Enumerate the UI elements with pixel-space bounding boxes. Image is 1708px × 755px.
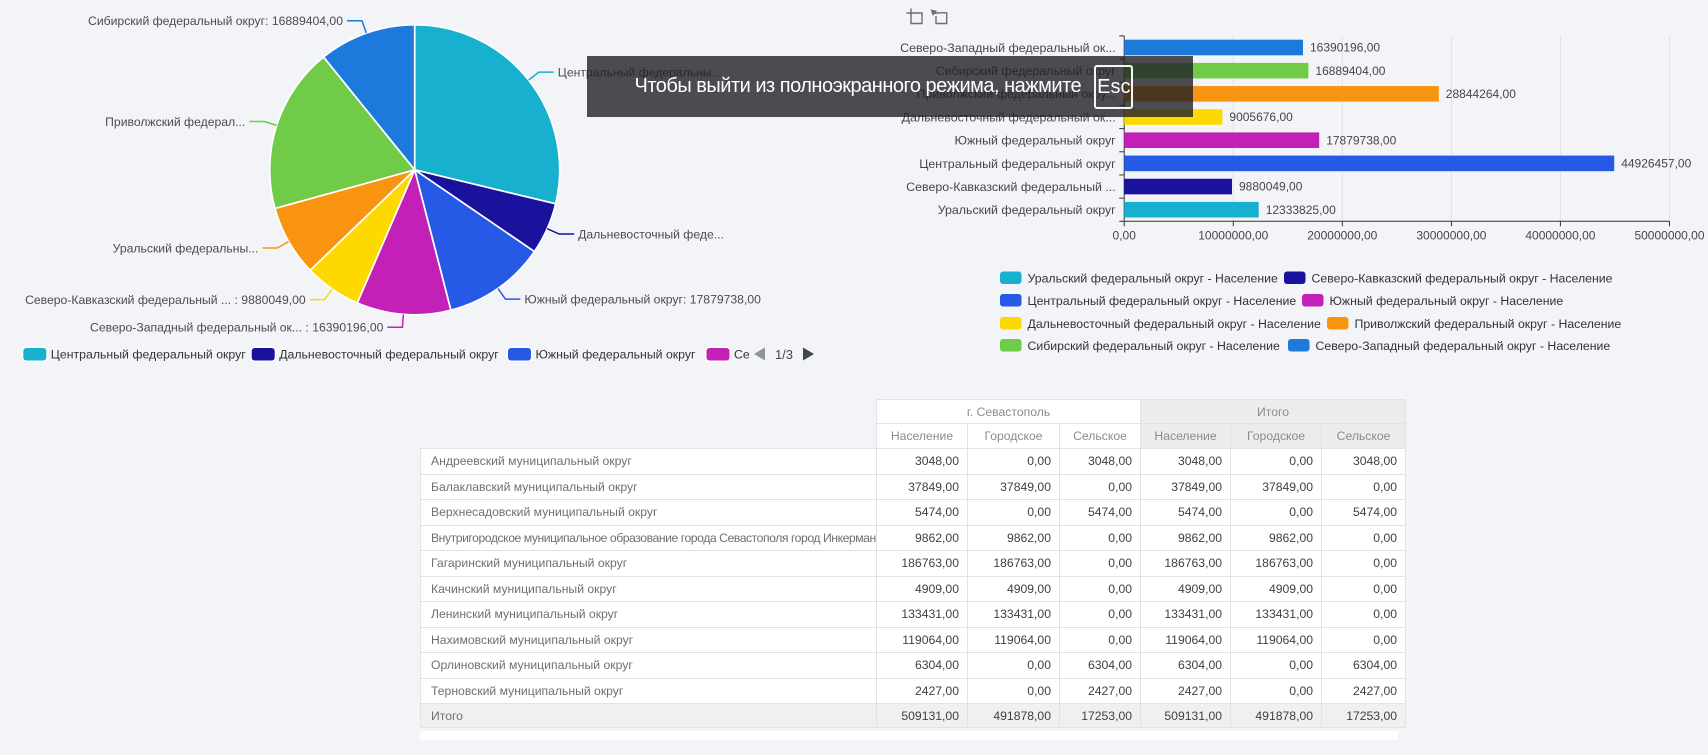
svg-text:Северо-Кавказский федеральный: Северо-Кавказский федеральный ... <box>906 180 1116 194</box>
svg-text:Центральный федеральный округ: Центральный федеральный округ - Населени… <box>1028 294 1297 308</box>
svg-text:Южный федеральный округ: Южный федеральный округ <box>954 134 1116 148</box>
svg-text:40000000,00: 40000000,00 <box>1525 228 1595 242</box>
svg-text:Северо-Кавказский федеральный: Северо-Кавказский федеральный ... : 9880… <box>25 293 306 307</box>
svg-text:0,00: 0,00 <box>1113 228 1137 242</box>
svg-text:Южный федеральный округ - Насе: Южный федеральный округ - Население <box>1330 294 1564 308</box>
svg-text:Дальневосточный федеральный ок: Дальневосточный федеральный округ <box>279 348 499 362</box>
svg-text:Сибирский федеральный округ -: Сибирский федеральный округ - Население <box>1028 339 1281 353</box>
svg-text:Дальневосточный федеральный ок: Дальневосточный федеральный округ - Насе… <box>1028 317 1321 331</box>
svg-text:Дальневосточный феде...: Дальневосточный феде... <box>578 227 724 241</box>
svg-text:Северо-Западный федеральный ок: Северо-Западный федеральный ок... <box>900 41 1116 55</box>
svg-text:Южный федеральный округ: 17879: Южный федеральный округ: 17879738,00 <box>524 292 761 306</box>
svg-text:Се: Се <box>734 348 750 362</box>
svg-text:Центральный федеральный округ: Центральный федеральный округ <box>919 157 1116 171</box>
svg-text:Северо-Западный федеральный ок: Северо-Западный федеральный округ - Насе… <box>1316 339 1611 353</box>
svg-text:12333825,00: 12333825,00 <box>1266 203 1336 217</box>
svg-text:1/3: 1/3 <box>775 347 793 362</box>
svg-text:Южный федеральный округ: Южный федеральный округ <box>536 348 697 362</box>
svg-text:44926457,00: 44926457,00 <box>1621 157 1691 171</box>
svg-text:Уральский федеральный округ -: Уральский федеральный округ - Население <box>1028 271 1279 285</box>
svg-text:Приволжский федеральный округ: Приволжский федеральный округ - Населени… <box>1355 317 1622 331</box>
svg-text:9880049,00: 9880049,00 <box>1239 180 1303 194</box>
svg-text:Уральский федеральный округ: Уральский федеральный округ <box>938 203 1116 217</box>
svg-text:17879738,00: 17879738,00 <box>1326 133 1396 147</box>
svg-text:50000000,00: 50000000,00 <box>1634 228 1704 242</box>
svg-text:28844264,00: 28844264,00 <box>1446 87 1516 101</box>
svg-text:Приволжский федерал...: Приволжский федерал... <box>105 115 245 129</box>
svg-text:Северо-Западный федеральный ок: Северо-Западный федеральный ок... : 1639… <box>90 321 384 335</box>
svg-text:Центральный федеральный округ: Центральный федеральный округ <box>51 348 246 362</box>
svg-text:30000000,00: 30000000,00 <box>1416 228 1486 242</box>
svg-text:16390196,00: 16390196,00 <box>1310 41 1380 55</box>
svg-text:Северо-Кавказский федеральный: Северо-Кавказский федеральный округ - На… <box>1312 271 1613 285</box>
svg-text:20000000,00: 20000000,00 <box>1307 228 1377 242</box>
svg-text:9005676,00: 9005676,00 <box>1229 110 1293 124</box>
svg-text:Уральский федеральны...: Уральский федеральны... <box>113 241 259 255</box>
svg-text:16889404,00: 16889404,00 <box>1315 64 1385 78</box>
svg-text:Сибирский федеральный округ: 1: Сибирский федеральный округ: 16889404,00 <box>88 14 343 28</box>
svg-text:10000000,00: 10000000,00 <box>1198 228 1268 242</box>
